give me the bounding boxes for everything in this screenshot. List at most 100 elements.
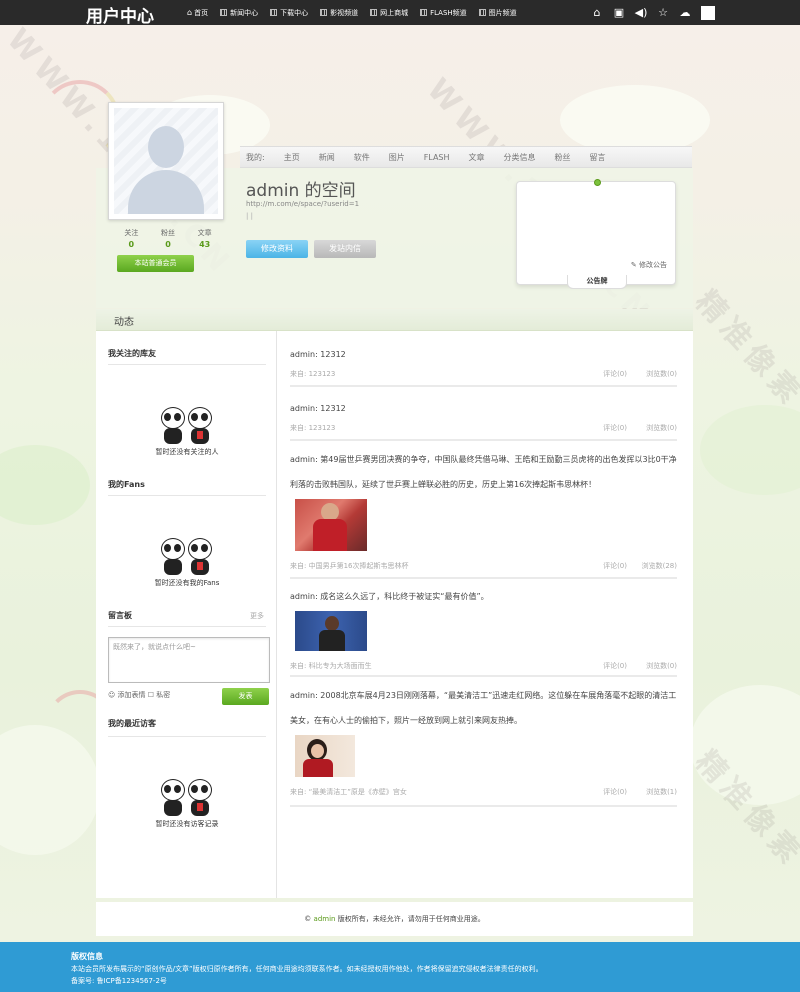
feed-text: admin: 12312 <box>290 350 346 359</box>
read-count: 浏览数(0) <box>646 662 677 670</box>
stat-label: 粉丝 <box>160 229 175 237</box>
feed-text: admin: 第49届世乒赛男团决赛的争夺，中国队最终凭借马琳、王皓和王励勤三员… <box>290 455 677 489</box>
comment-link[interactable]: 评论(0) <box>603 369 627 379</box>
nav-news[interactable]: 新闻中心 <box>220 8 258 18</box>
subnav-flash[interactable]: FLASH <box>424 153 450 162</box>
nav-label: 影视频道 <box>330 8 359 17</box>
footer-text: 版权所有，未经允许，请勿用于任何商业用途。 <box>337 915 485 923</box>
inbox-icon[interactable]: ▣ <box>608 6 630 19</box>
guestbook-input[interactable]: 既然来了，就说点什么吧~ <box>108 637 270 683</box>
empty-visitors: 暂时还没有访客记录 <box>108 737 266 834</box>
copyright-title: 版权信息 <box>71 952 103 961</box>
feed-source[interactable]: 来自: 科比专为大场面而生 <box>290 661 372 671</box>
stat-following[interactable]: 关注 0 <box>124 228 138 250</box>
comment-link[interactable]: 评论(0) <box>603 561 627 571</box>
avatar[interactable] <box>108 102 224 220</box>
grid-icon <box>220 9 228 16</box>
copyright-symbol: © <box>304 915 312 923</box>
subnav-software[interactable]: 软件 <box>354 152 370 163</box>
nav-label: 首页 <box>194 8 209 17</box>
icp-record[interactable]: 备案号: 鲁ICP备1234567-2号 <box>71 975 800 987</box>
subnav-article[interactable]: 文章 <box>469 152 485 163</box>
nav-flash[interactable]: FLASH频道 <box>420 8 467 18</box>
feed-source[interactable]: 来自: “最美清洁工”原是《赤壁》宫女 <box>290 787 407 797</box>
private-label: 私密 <box>156 691 171 699</box>
guestbook-header: 留言板 更多 <box>108 593 266 627</box>
profile-stats: 关注 0 粉丝 0 文章 43 <box>113 228 223 250</box>
volume-icon[interactable]: ◀) <box>630 6 652 19</box>
activity-feed: admin: 12312 来自: 123123 评论(0) 浏览数(0) admin… <box>290 331 677 807</box>
notice-board: ✎ 修改公告 公告牌 <box>516 179 676 289</box>
subnav-news[interactable]: 新闻 <box>319 152 335 163</box>
nav-download[interactable]: 下载中心 <box>270 8 308 18</box>
emoji-label[interactable]: 添加表情 <box>118 691 146 699</box>
star-icon[interactable]: ☆ <box>652 6 674 19</box>
kobe-photo[interactable] <box>295 611 367 651</box>
subnav-classified[interactable]: 分类信息 <box>504 152 536 163</box>
feed-text: admin: 12312 <box>290 404 346 413</box>
edit-notice-link[interactable]: ✎ 修改公告 <box>631 260 667 270</box>
panda-icon <box>160 407 216 447</box>
watermark-text: 精准像素 <box>688 284 800 415</box>
stat-value: 43 <box>199 240 211 249</box>
edit-notice-label: 修改公告 <box>639 261 667 269</box>
more-link[interactable]: 更多 <box>250 593 264 639</box>
feed-source[interactable]: 来自: 中国男乒第16次捧起斯韦思林杯 <box>290 561 409 571</box>
nav-shop[interactable]: 网上商城 <box>370 8 408 18</box>
comment-link[interactable]: 评论(0) <box>603 661 627 671</box>
feed-source[interactable]: 来自: 123123 <box>290 423 335 433</box>
home-icon: ⌂ <box>187 8 193 17</box>
space-subnav: 我的: 主页 新闻 软件 图片 FLASH 文章 分类信息 粉丝 留言 <box>240 146 692 168</box>
subnav-fans[interactable]: 粉丝 <box>555 152 571 163</box>
comment-link[interactable]: 评论(0) <box>603 787 627 797</box>
stat-value: 0 <box>165 240 171 249</box>
stat-articles[interactable]: 文章 43 <box>198 228 212 250</box>
edit-profile-button[interactable]: 修改资料 <box>246 240 308 258</box>
user-avatar-small[interactable] <box>701 5 715 20</box>
section-title: 我的最近访客 <box>108 709 266 737</box>
subnav-guestbook[interactable]: 留言 <box>590 152 606 163</box>
feed-source[interactable]: 来自: 123123 <box>290 369 335 379</box>
space-title: admin 的空间 <box>246 181 356 201</box>
upload-icon[interactable]: ☁ <box>674 6 696 19</box>
nav-photo[interactable]: 图片频道 <box>478 8 517 18</box>
post-button[interactable]: 发表 <box>222 688 269 705</box>
main-content: 我关注的库友 暂时还没有关注的人 我的Fans 暂时还没有我的Fans 留言板更… <box>96 331 693 898</box>
top-icons: ⌂ ▣ ◀) ☆ ☁ <box>586 0 715 25</box>
section-title: 我的Fans <box>108 462 266 496</box>
stat-value: 0 <box>128 240 135 249</box>
read-count: 浏览数(28) <box>641 562 677 570</box>
nav-video[interactable]: 影视频道 <box>320 8 358 18</box>
subnav-home[interactable]: 主页 <box>284 152 300 163</box>
stat-fans[interactable]: 粉丝 0 <box>161 228 175 250</box>
notice-label: 公告牌 <box>567 275 627 289</box>
footer-admin-link[interactable]: admin <box>314 915 336 923</box>
feed-text: admin: 成名这么久远了，科比终于被证实“最有价值”。 <box>290 592 489 601</box>
empty-caption: 暂时还没有我的Fans <box>154 579 220 587</box>
empty-fans: 暂时还没有我的Fans <box>108 496 266 593</box>
sidebar: 我关注的库友 暂时还没有关注的人 我的Fans 暂时还没有我的Fans 留言板更… <box>108 331 270 834</box>
pingpong-photo[interactable] <box>295 499 367 551</box>
feed-item: admin: 12312 来自: 123123 评论(0) 浏览数(0) <box>290 387 677 441</box>
nav-label: 新闻中心 <box>230 8 259 17</box>
space-url[interactable]: http://m.com/e/space/?userid=1 <box>246 200 359 208</box>
section-title: 留言板 <box>108 611 132 620</box>
member-level-badge[interactable]: 本站普通会员 <box>117 255 194 272</box>
comment-link[interactable]: 评论(0) <box>603 423 627 433</box>
stat-label: 关注 <box>124 229 139 237</box>
feed-text: admin: 2008北京车展4月23日刚刚落幕，“最美清洁工”迅速走红网络。这… <box>290 691 677 725</box>
girl-photo[interactable] <box>295 735 355 777</box>
space-separator: | | <box>246 212 253 220</box>
site-logo[interactable]: 用户中心 <box>86 2 154 27</box>
nav-home[interactable]: ⌂ 首页 <box>187 8 208 18</box>
grid-icon <box>478 9 486 16</box>
read-count: 浏览数(0) <box>646 370 677 378</box>
read-count: 浏览数(1) <box>646 788 677 796</box>
emoji-icon[interactable]: ☺ <box>108 691 115 699</box>
home-icon[interactable]: ⌂ <box>586 6 608 19</box>
private-checkbox[interactable]: ☐ <box>148 691 154 699</box>
read-count: 浏览数(0) <box>646 424 677 432</box>
subnav-photo[interactable]: 图片 <box>389 152 405 163</box>
grid-icon <box>270 9 278 16</box>
send-message-button[interactable]: 发站内信 <box>314 240 376 258</box>
